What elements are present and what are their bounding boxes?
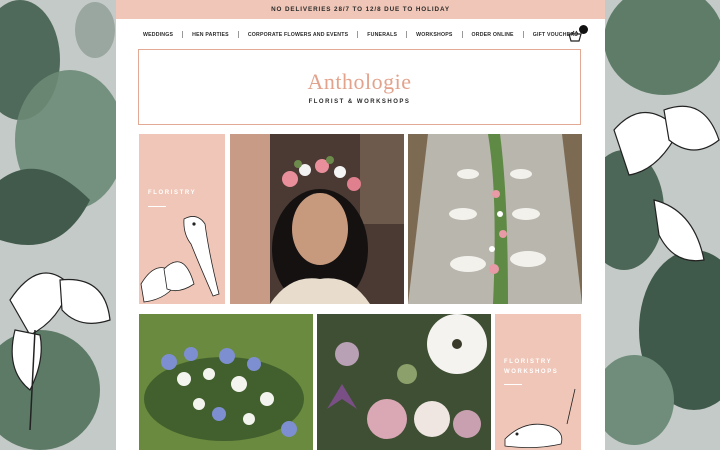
right-floral-background	[604, 0, 720, 450]
left-floral-background	[0, 0, 116, 450]
nav-item-order-online[interactable]: ORDER ONLINE	[463, 32, 523, 38]
nav-item-workshops[interactable]: WORKSHOPS	[407, 32, 461, 38]
hen-party-photo[interactable]	[230, 134, 404, 304]
corporate-table-photo[interactable]	[408, 134, 582, 304]
nav-item-funerals[interactable]: FUNERALS	[358, 32, 406, 38]
parrot-illustration	[140, 216, 220, 303]
flower-spray-photo	[139, 314, 313, 450]
nav-item-hen-parties[interactable]: HEN PARTIES	[183, 32, 238, 38]
logo-header[interactable]: Anthologie FLORIST & WORKSHOPS	[138, 49, 581, 125]
mixed-bouquet-photo	[317, 314, 491, 450]
floristry-tile[interactable]: FLORISTRY	[139, 134, 225, 304]
table-setting-photo	[408, 134, 582, 304]
announcement-banner: NO DELIVERIES 28/7 TO 12/8 DUE TO HOLIDA…	[116, 0, 605, 19]
nav-item-weddings[interactable]: WEDDINGS	[134, 32, 182, 38]
bouquet-photo[interactable]	[317, 314, 491, 450]
main-page: NO DELIVERIES 28/7 TO 12/8 DUE TO HOLIDA…	[116, 0, 605, 450]
floristry-workshops-tile[interactable]: FLORISTRY WORKSHOPS	[495, 314, 581, 450]
woman-flower-crown-photo	[230, 134, 404, 304]
logo-subtitle: FLORIST & WORKSHOPS	[308, 99, 411, 105]
funeral-flowers-photo[interactable]	[139, 314, 313, 450]
banner-text: NO DELIVERIES 28/7 TO 12/8 DUE TO HOLIDA…	[271, 6, 450, 13]
nav-item-corporate[interactable]: CORPORATE FLOWERS AND EVENTS	[239, 32, 357, 38]
logo-title: Anthologie	[307, 69, 412, 94]
main-navigation: WEDDINGS HEN PARTIES CORPORATE FLOWERS A…	[116, 19, 605, 50]
cart-count-badge	[579, 25, 588, 34]
chameleon-illustration	[504, 388, 576, 448]
